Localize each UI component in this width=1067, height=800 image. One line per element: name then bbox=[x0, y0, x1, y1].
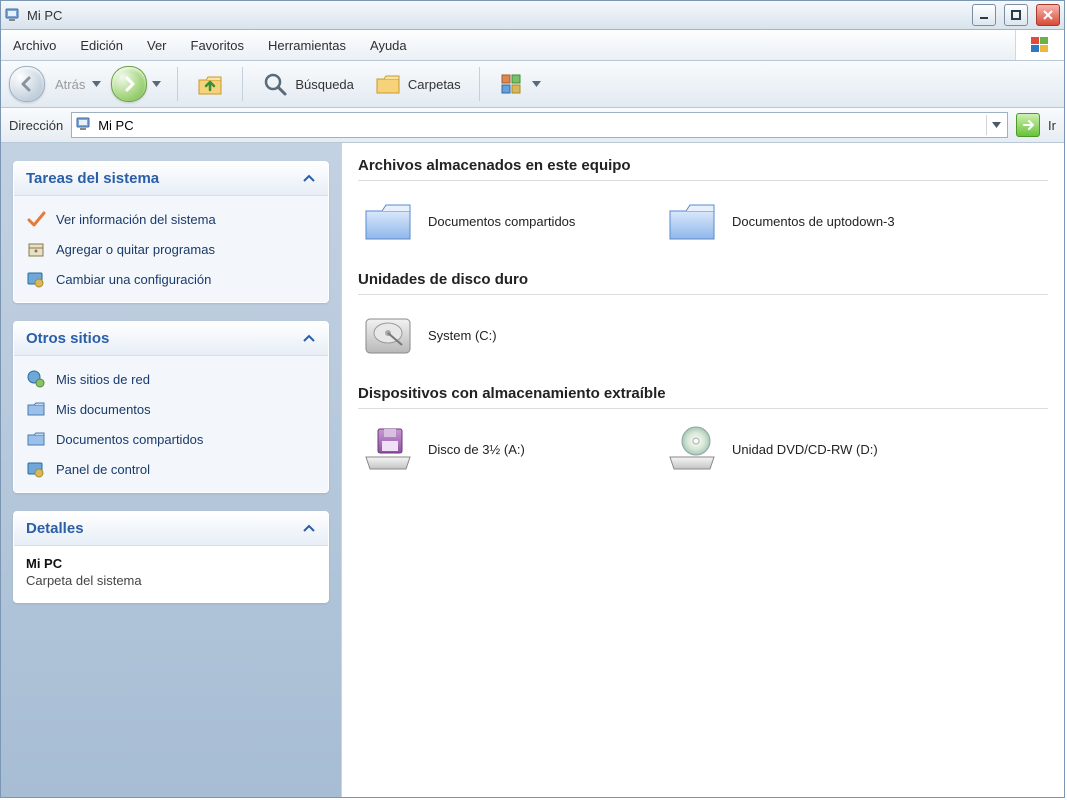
task-label: Mis documentos bbox=[56, 402, 151, 417]
chevron-up-icon bbox=[302, 520, 316, 537]
group-header-hard-drives: Unidades de disco duro bbox=[358, 267, 1048, 295]
item-drive-c[interactable]: System (C:) bbox=[358, 301, 642, 369]
panel-system-tasks: Tareas del sistema Ver información del s… bbox=[13, 161, 329, 303]
gear-icon bbox=[26, 459, 46, 479]
search-icon bbox=[261, 70, 289, 98]
up-button[interactable] bbox=[188, 66, 232, 102]
task-label: Documentos compartidos bbox=[56, 432, 203, 447]
item-label: Disco de 3½ (A:) bbox=[428, 442, 525, 457]
panel-header-details[interactable]: Detalles bbox=[14, 512, 328, 546]
panel-header-system-tasks[interactable]: Tareas del sistema bbox=[14, 162, 328, 196]
item-label: System (C:) bbox=[428, 328, 497, 343]
back-label: Atrás bbox=[55, 77, 85, 92]
panel-header-other-places[interactable]: Otros sitios bbox=[14, 322, 328, 356]
item-user-documents[interactable]: Documentos de uptodown-3 bbox=[662, 187, 946, 255]
task-label: Cambiar una configuración bbox=[56, 272, 211, 287]
panel-details: Detalles Mi PC Carpeta del sistema bbox=[13, 511, 329, 603]
back-history-dropdown[interactable] bbox=[91, 81, 101, 87]
panel-title: Detalles bbox=[26, 520, 84, 537]
maximize-button[interactable] bbox=[1004, 4, 1028, 26]
folder-icon bbox=[26, 429, 46, 449]
menu-archivo[interactable]: Archivo bbox=[1, 30, 68, 60]
folder-icon bbox=[26, 399, 46, 419]
box-icon bbox=[26, 239, 46, 259]
windows-logo-icon bbox=[1015, 30, 1064, 60]
close-button[interactable] bbox=[1036, 4, 1060, 26]
back-button[interactable] bbox=[9, 66, 45, 102]
task-add-remove-programs[interactable]: Agregar o quitar programas bbox=[24, 234, 318, 264]
menu-favoritos[interactable]: Favoritos bbox=[179, 30, 256, 60]
task-system-info[interactable]: Ver información del sistema bbox=[24, 204, 318, 234]
chevron-up-icon bbox=[302, 330, 316, 347]
go-button[interactable] bbox=[1016, 113, 1040, 137]
checkmark-icon bbox=[26, 209, 46, 229]
group-header-stored-files: Archivos almacenados en este equipo bbox=[358, 153, 1048, 181]
task-label: Agregar o quitar programas bbox=[56, 242, 215, 257]
floppy-drive-icon bbox=[360, 421, 416, 477]
link-network-places[interactable]: Mis sitios de red bbox=[24, 364, 318, 394]
item-floppy-a[interactable]: Disco de 3½ (A:) bbox=[358, 415, 642, 483]
toolbar: Atrás Búsqueda bbox=[1, 61, 1064, 108]
task-label: Ver información del sistema bbox=[56, 212, 216, 227]
network-icon bbox=[26, 369, 46, 389]
content-area: Archivos almacenados en este equipo Docu… bbox=[341, 143, 1064, 797]
item-dvd-d[interactable]: Unidad DVD/CD-RW (D:) bbox=[662, 415, 946, 483]
folder-icon bbox=[360, 193, 416, 249]
menubar: Archivo Edición Ver Favoritos Herramient… bbox=[1, 30, 1064, 61]
folders-icon bbox=[374, 70, 402, 98]
folder-icon bbox=[664, 193, 720, 249]
panel-other-places: Otros sitios Mis sitios de red bbox=[13, 321, 329, 493]
forward-button[interactable] bbox=[111, 66, 147, 102]
panel-title: Otros sitios bbox=[26, 330, 109, 347]
tasks-pane: Tareas del sistema Ver información del s… bbox=[1, 143, 341, 797]
link-shared-documents[interactable]: Documentos compartidos bbox=[24, 424, 318, 454]
chevron-up-icon bbox=[302, 170, 316, 187]
link-my-documents[interactable]: Mis documentos bbox=[24, 394, 318, 424]
menu-edicion[interactable]: Edición bbox=[68, 30, 135, 60]
menu-herramientas[interactable]: Herramientas bbox=[256, 30, 358, 60]
address-combo[interactable] bbox=[71, 112, 1008, 138]
hdd-icon bbox=[360, 307, 416, 363]
menu-ver[interactable]: Ver bbox=[135, 30, 179, 60]
folders-button[interactable]: Carpetas bbox=[366, 66, 469, 102]
address-dropdown[interactable] bbox=[986, 115, 1005, 135]
address-label: Dirección bbox=[9, 118, 63, 133]
details-subtitle: Carpeta del sistema bbox=[26, 573, 316, 588]
address-input[interactable] bbox=[96, 117, 982, 134]
chevron-down-icon bbox=[532, 81, 541, 87]
minimize-button[interactable] bbox=[972, 4, 996, 26]
go-label: Ir bbox=[1048, 118, 1056, 133]
views-icon bbox=[498, 70, 526, 98]
views-button[interactable] bbox=[490, 66, 549, 102]
gear-icon bbox=[26, 269, 46, 289]
address-bar: Dirección Ir bbox=[1, 108, 1064, 143]
task-label: Panel de control bbox=[56, 462, 150, 477]
item-shared-documents[interactable]: Documentos compartidos bbox=[358, 187, 642, 255]
titlebar: Mi PC bbox=[1, 1, 1064, 30]
search-button[interactable]: Búsqueda bbox=[253, 66, 362, 102]
details-name: Mi PC bbox=[26, 556, 316, 571]
forward-history-dropdown[interactable] bbox=[151, 81, 161, 87]
window-title: Mi PC bbox=[27, 8, 62, 23]
folders-label: Carpetas bbox=[408, 77, 461, 92]
panel-title: Tareas del sistema bbox=[26, 170, 159, 187]
item-label: Documentos compartidos bbox=[428, 214, 575, 229]
group-header-removable: Dispositivos con almacenamiento extraíbl… bbox=[358, 381, 1048, 409]
task-change-setting[interactable]: Cambiar una configuración bbox=[24, 264, 318, 294]
dvd-drive-icon bbox=[664, 421, 720, 477]
computer-icon bbox=[76, 116, 92, 135]
search-label: Búsqueda bbox=[295, 77, 354, 92]
item-label: Unidad DVD/CD-RW (D:) bbox=[732, 442, 878, 457]
task-label: Mis sitios de red bbox=[56, 372, 150, 387]
computer-icon bbox=[5, 7, 21, 23]
link-control-panel[interactable]: Panel de control bbox=[24, 454, 318, 484]
folder-up-icon bbox=[196, 70, 224, 98]
item-label: Documentos de uptodown-3 bbox=[732, 214, 895, 229]
menu-ayuda[interactable]: Ayuda bbox=[358, 30, 419, 60]
